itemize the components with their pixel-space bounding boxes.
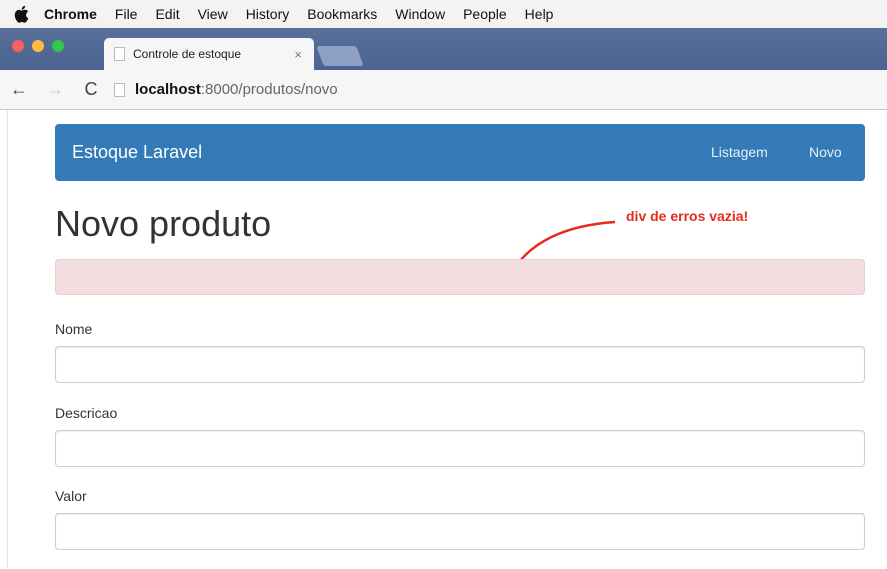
page-document-icon	[114, 47, 125, 61]
new-tab-button[interactable]	[316, 46, 364, 66]
descricao-label: Descricao	[55, 405, 118, 421]
menu-history[interactable]: History	[246, 0, 290, 28]
menu-view[interactable]: View	[198, 0, 228, 28]
browser-tab[interactable]: Controle de estoque ×	[104, 38, 314, 70]
window-left-edge	[0, 110, 8, 569]
nome-label: Nome	[55, 321, 93, 337]
menu-window[interactable]: Window	[395, 0, 445, 28]
menu-people[interactable]: People	[463, 0, 507, 28]
macos-menu-bar: Chrome File Edit View History Bookmarks …	[0, 0, 887, 28]
nome-input[interactable]	[55, 346, 865, 383]
url-host: localhost	[135, 81, 201, 98]
menu-chrome[interactable]: Chrome	[44, 0, 97, 28]
page-document-icon	[114, 82, 125, 97]
menu-edit[interactable]: Edit	[155, 0, 179, 28]
back-arrow-icon[interactable]: ←	[8, 79, 30, 100]
window-close-button[interactable]	[12, 40, 24, 52]
navbar-brand[interactable]: Estoque Laravel	[72, 142, 202, 163]
app-navbar: Estoque Laravel Listagem Novo	[55, 124, 865, 181]
window-minimize-button[interactable]	[32, 40, 44, 52]
menu-file[interactable]: File	[115, 0, 138, 28]
apple-logo-icon[interactable]	[12, 5, 30, 23]
valor-label: Valor	[55, 488, 87, 504]
menu-help[interactable]: Help	[525, 0, 554, 28]
page-title: Novo produto	[55, 203, 272, 244]
nav-link-novo[interactable]: Novo	[809, 144, 842, 160]
descricao-input[interactable]	[55, 430, 865, 467]
browser-tab-strip: Controle de estoque ×	[0, 28, 887, 70]
reload-icon[interactable]: C	[80, 79, 102, 100]
valor-input[interactable]	[55, 513, 865, 550]
browser-toolbar: ← → C localhost :8000/produtos/novo	[0, 70, 887, 110]
menu-bookmarks[interactable]: Bookmarks	[307, 0, 377, 28]
nav-link-listagem[interactable]: Listagem	[711, 144, 768, 160]
window-zoom-button[interactable]	[52, 40, 64, 52]
error-alert-box	[55, 259, 865, 295]
url-path: :8000/produtos/novo	[200, 81, 338, 98]
address-bar[interactable]: localhost :8000/produtos/novo	[114, 76, 338, 104]
annotation-text: div de erros vazia!	[626, 208, 749, 224]
tab-title: Controle de estoque	[133, 47, 242, 61]
tab-close-icon[interactable]: ×	[294, 47, 302, 62]
forward-arrow-icon[interactable]: →	[44, 79, 66, 100]
